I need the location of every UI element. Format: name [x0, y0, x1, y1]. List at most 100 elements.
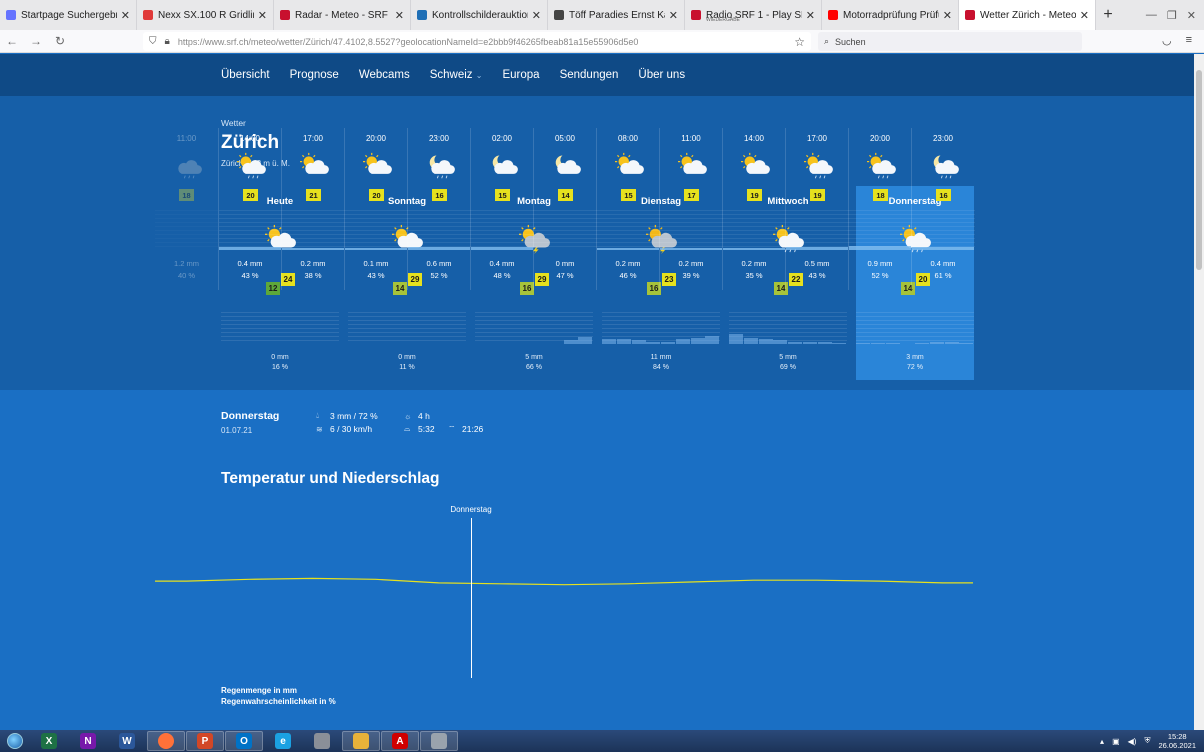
- site-nav-item[interactable]: Europa: [502, 69, 539, 81]
- system-clock[interactable]: 15:28 26.06.2021: [1158, 732, 1196, 750]
- taskbar-app-outlook[interactable]: O: [225, 731, 263, 751]
- taskbar-app-paint[interactable]: [420, 731, 458, 751]
- app-letter: P: [201, 735, 209, 747]
- hour-rain-amount: 0 mm: [555, 259, 575, 268]
- moon-cloud-icon: [550, 152, 582, 180]
- taskbar-app-scanner[interactable]: [303, 731, 341, 751]
- site-nav-item[interactable]: Übersicht: [221, 69, 270, 81]
- forward-icon[interactable]: →: [24, 34, 48, 48]
- tab-close-icon[interactable]: ✕: [1080, 9, 1089, 22]
- sun-cloud-rain-icon: [865, 152, 897, 180]
- volume-icon[interactable]: ◀︎): [1128, 737, 1137, 746]
- url-bar[interactable]: ⛉ 🔒︎ https://www.srf.ch/meteo/wetter/Zür…: [143, 32, 811, 51]
- browser-tab[interactable]: Radio SRF 1 - Play SRF✕WIEDERGABE: [685, 0, 822, 30]
- app-letter: W: [122, 735, 132, 747]
- hourly-slot[interactable]: 05:00 14 0 mm 47 %: [533, 128, 597, 290]
- scrollbar-thumb[interactable]: [1196, 70, 1202, 270]
- hour-rain-probability: 43 %: [367, 271, 385, 280]
- tab-close-icon[interactable]: ✕: [121, 9, 130, 22]
- hourly-slot[interactable]: 08:00 15 0.2 mm 46 %: [596, 128, 660, 290]
- day-rain-bar: [616, 339, 631, 344]
- hour-time: 20:00: [869, 134, 891, 143]
- hour-rain-chart: [471, 210, 534, 250]
- hourly-slot[interactable]: 11:00 18 1.2 mm 40 %: [155, 128, 218, 290]
- hour-rain-amount: 1.2 mm: [173, 259, 199, 268]
- app-letter: O: [240, 735, 248, 747]
- hourly-slot[interactable]: 20:00 18 0.9 mm 52 %: [848, 128, 912, 290]
- hourly-slot[interactable]: 11:00 17 0.2 mm 39 %: [659, 128, 723, 290]
- ie-icon: e: [275, 733, 291, 749]
- tab-close-icon[interactable]: ✕: [806, 9, 815, 22]
- site-nav-label: Übersicht: [221, 69, 270, 81]
- day-rain-chart: [602, 312, 720, 344]
- browser-tab[interactable]: Kontrollschilderauktion Zürich ✕: [411, 0, 548, 30]
- hour-rain-chart: [345, 210, 408, 250]
- chevron-down-icon: ⌄: [475, 71, 483, 80]
- browser-tab[interactable]: Radar - Meteo - SRF ✕: [274, 0, 411, 30]
- browser-tab[interactable]: Töff Paradies Ernst Kämel ✕: [548, 0, 685, 30]
- browser-tab[interactable]: Motorradprüfung Prüfungsroute ✕: [822, 0, 959, 30]
- pocket-icon[interactable]: ◡: [1162, 34, 1172, 47]
- taskbar-app-excel[interactable]: X: [30, 731, 68, 751]
- start-button[interactable]: [0, 730, 30, 752]
- taskbar-app-onenote[interactable]: N: [69, 731, 107, 751]
- browser-tab[interactable]: Startpage Suchergebnisse ✕: [0, 0, 137, 30]
- onenote-icon: N: [80, 733, 96, 749]
- hour-rain-bar: [597, 248, 659, 250]
- tab-close-icon[interactable]: ✕: [669, 9, 678, 22]
- hourly-slot[interactable]: 20:00 20 0.1 mm 43 %: [344, 128, 408, 290]
- tray-expand-icon[interactable]: ▴: [1100, 737, 1104, 746]
- taskbar-app-explorer[interactable]: [342, 731, 380, 751]
- taskbar-app-ie[interactable]: e: [264, 731, 302, 751]
- site-nav-item[interactable]: Prognose: [290, 69, 339, 81]
- back-icon[interactable]: ←: [0, 34, 24, 48]
- detail-rain-value: 3 mm / 72 %: [330, 411, 378, 421]
- taskbar-app-word[interactable]: W: [108, 731, 146, 751]
- minimize-icon[interactable]: —: [1146, 9, 1157, 21]
- hour-rain-chart: [534, 210, 597, 250]
- hour-temp-badge: 19: [747, 189, 762, 201]
- bookmark-star-icon[interactable]: ☆: [794, 35, 805, 49]
- site-nav-item[interactable]: Schweiz ⌄: [430, 69, 483, 81]
- hourly-forecast[interactable]: 11:00 18 1.2 mm 40 % 14:00 20 0.4 mm 43 % 17:00 2…: [155, 115, 975, 290]
- taskbar-app-acrobat[interactable]: A: [381, 731, 419, 751]
- legend-rain-probability: Regenwahrscheinlichkeit in %: [221, 697, 336, 706]
- browser-tab[interactable]: Wetter Zürich - Meteo - SRF ✕: [959, 0, 1096, 30]
- day-rain-bar: [959, 342, 974, 344]
- moon-cloud-rain-icon: [928, 152, 960, 180]
- sun-cloud-rain-icon: [802, 152, 834, 180]
- site-nav-item[interactable]: Sendungen: [560, 69, 619, 81]
- hourly-slot[interactable]: 17:00 19 0.5 mm 43 %: [785, 128, 849, 290]
- restore-icon[interactable]: ❐: [1167, 9, 1177, 22]
- hour-rain-probability: 47 %: [556, 271, 574, 280]
- tab-label: Radar - Meteo - SRF: [295, 9, 388, 21]
- menu-icon[interactable]: ≡: [1186, 34, 1192, 47]
- search-icon: ⌕: [824, 36, 830, 46]
- close-window-icon[interactable]: ✕: [1187, 9, 1196, 22]
- tab-close-icon[interactable]: ✕: [532, 9, 541, 22]
- hour-time: 17:00: [302, 134, 324, 143]
- hourly-slot[interactable]: 14:00 20 0.4 mm 43 %: [218, 128, 282, 290]
- new-tab-button[interactable]: +: [1096, 0, 1120, 30]
- hourly-slot[interactable]: 23:00 16 0.6 mm 52 %: [407, 128, 471, 290]
- search-input[interactable]: ⌕ Suchen: [818, 32, 1082, 51]
- tab-close-icon[interactable]: ✕: [258, 9, 267, 22]
- taskbar-app-firefox[interactable]: [147, 731, 185, 751]
- page-scrollbar[interactable]: [1194, 54, 1204, 730]
- antivirus-icon[interactable]: ⛨: [1144, 736, 1150, 746]
- taskbar-app-powerpoint[interactable]: P: [186, 731, 224, 751]
- reload-icon[interactable]: ↻: [48, 34, 72, 48]
- network-icon[interactable]: ▣: [1112, 737, 1120, 746]
- tab-close-icon[interactable]: ✕: [943, 9, 952, 22]
- site-nav-item[interactable]: Webcams: [359, 69, 410, 81]
- hourly-slot[interactable]: 23:00 16 0.4 mm 61 %: [911, 128, 975, 290]
- app-letter: N: [84, 735, 92, 747]
- hour-rain-chart: [723, 210, 786, 250]
- hourly-slot[interactable]: 14:00 19 0.2 mm 35 %: [722, 128, 786, 290]
- site-nav-item[interactable]: Über uns: [638, 69, 685, 81]
- hourly-slot[interactable]: 17:00 21 0.2 mm 38 %: [281, 128, 345, 290]
- tab-close-icon[interactable]: ✕: [395, 9, 404, 22]
- tab-favicon-icon: [280, 10, 290, 20]
- hourly-slot[interactable]: 02:00 15 0.4 mm 48 %: [470, 128, 534, 290]
- browser-tab[interactable]: Nexx SX.100 R Gridline, Integral ✕: [137, 0, 274, 30]
